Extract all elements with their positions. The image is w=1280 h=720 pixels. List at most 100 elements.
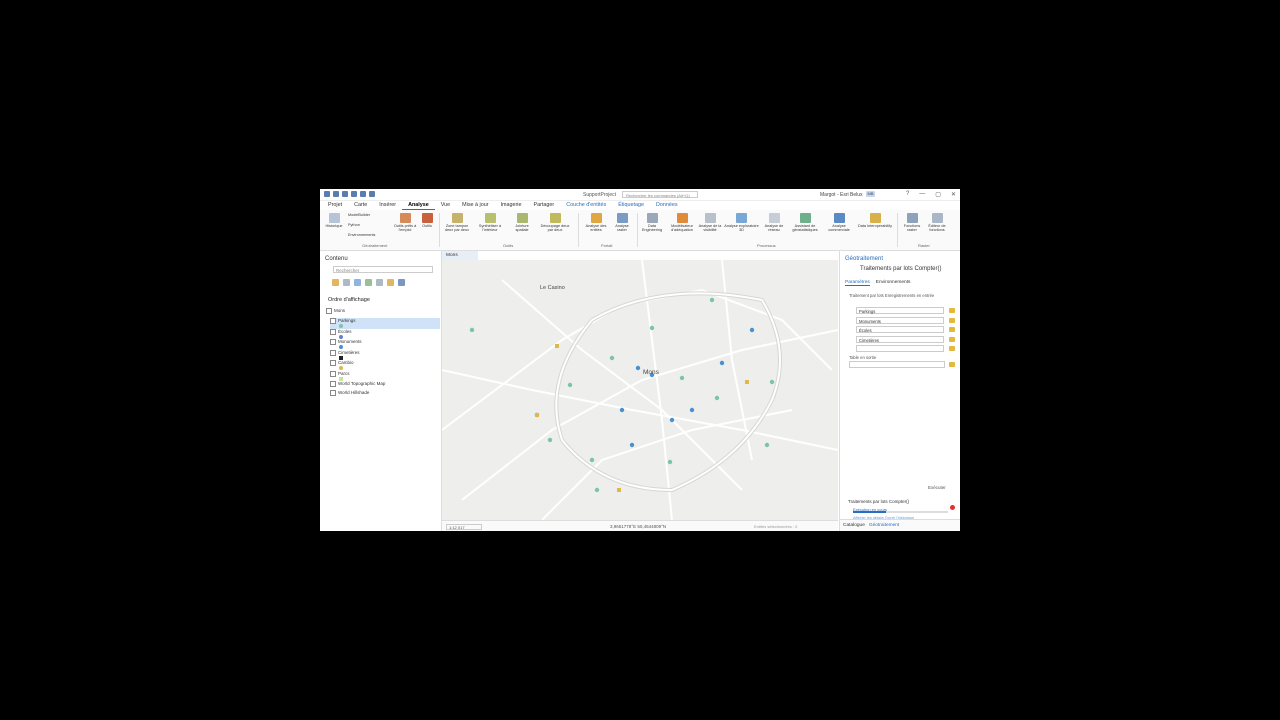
tab-carte[interactable]: Carte <box>348 201 373 210</box>
tab-imagerie[interactable]: Imagerie <box>495 201 528 210</box>
monument-point[interactable] <box>669 417 675 423</box>
map-view[interactable]: Mons Le Casino <box>442 260 838 520</box>
visibilite-button[interactable]: Analyse de la visibilité <box>697 213 723 233</box>
parking-point[interactable] <box>714 395 720 401</box>
tab-catalogue[interactable]: Catalogue <box>843 520 865 531</box>
monument-point[interactable] <box>689 407 695 413</box>
parking-point[interactable] <box>667 459 673 465</box>
monument-point[interactable] <box>619 407 625 413</box>
tab-geotraitement[interactable]: Géotraitement <box>869 520 899 531</box>
contents-search-input[interactable]: Rechercher <box>333 266 433 273</box>
cambio-point[interactable] <box>617 488 621 492</box>
undo-icon[interactable] <box>351 191 357 197</box>
data-engineering-button[interactable]: Data Engineering <box>639 213 665 233</box>
cambio-point[interactable] <box>555 344 559 348</box>
layer-checkbox[interactable] <box>330 381 336 387</box>
layer-item-monuments[interactable]: Monuments <box>330 339 440 350</box>
tab-inserer[interactable]: Insérer <box>373 201 402 210</box>
zone-tampon-button[interactable]: Zone tampon deux par deux <box>443 213 471 233</box>
snapping-icon[interactable] <box>376 279 383 286</box>
minimize-icon[interactable]: — <box>919 191 925 198</box>
map-canvas[interactable]: Mons Le Casino <box>442 260 838 520</box>
layer-checkbox[interactable] <box>326 308 332 314</box>
tab-vue[interactable]: Vue <box>435 201 456 210</box>
parking-point[interactable] <box>547 437 553 443</box>
parking-point[interactable] <box>567 382 573 388</box>
layer-item-hillshade[interactable]: World Hillshade <box>330 390 440 399</box>
layer-checkbox[interactable] <box>330 328 336 335</box>
tab-projet[interactable]: Projet <box>320 201 348 210</box>
cambio-point[interactable] <box>535 413 539 417</box>
jointure-button[interactable]: Jointure spatiale <box>509 213 535 233</box>
layer-item-cambio[interactable]: Cambio <box>330 360 440 371</box>
parking-point[interactable] <box>609 355 615 361</box>
redo-icon[interactable] <box>360 191 366 197</box>
cambio-point[interactable] <box>745 380 749 384</box>
layer-checkbox[interactable] <box>330 370 336 377</box>
reseau-button[interactable]: Analyse de réseau <box>761 213 787 233</box>
layer-checkbox[interactable] <box>330 318 336 324</box>
modelisateur-button[interactable]: Modélisateur d'adéquation <box>667 213 697 233</box>
parking-point[interactable] <box>589 457 595 463</box>
outils-button[interactable]: Outils <box>419 213 435 228</box>
folder-icon[interactable] <box>949 346 955 351</box>
maximize-icon[interactable]: ▢ <box>935 191 941 198</box>
layer-item-ecoles[interactable]: Écoles <box>330 328 440 340</box>
parking-point[interactable] <box>594 487 600 493</box>
parking-point[interactable] <box>709 297 715 303</box>
parking-point[interactable] <box>764 442 770 448</box>
input-field[interactable]: Écoles <box>856 326 944 333</box>
historique-button[interactable]: Historique <box>323 213 345 228</box>
parking-point[interactable] <box>769 379 775 385</box>
tab-etiquetage[interactable]: Étiquetage <box>612 201 650 210</box>
editeur-fonctions-button[interactable]: Éditeur de fonctions <box>925 213 949 233</box>
synthetiser-button[interactable]: Synthétiser à l'intérieur <box>476 213 504 233</box>
folder-icon[interactable] <box>949 362 955 367</box>
close-icon[interactable]: ✕ <box>951 191 956 198</box>
assistant-button[interactable]: Assistant de géostatistiques <box>787 213 823 233</box>
analyse-raster-button[interactable]: Analyse raster <box>610 213 634 233</box>
editing-icon[interactable] <box>365 279 372 286</box>
tab-couche-entites[interactable]: Couche d'entités <box>560 201 612 210</box>
layer-checkbox[interactable] <box>330 360 336 366</box>
outils-prets-button[interactable]: Outils prêts à l'emploi <box>392 213 418 233</box>
input-field[interactable]: Parkings <box>856 307 944 314</box>
input-field[interactable]: Cimetières <box>856 336 944 343</box>
layer-checkbox[interactable] <box>330 390 336 396</box>
layer-item-parkings[interactable]: Parkings <box>330 318 440 329</box>
stop-icon[interactable] <box>950 505 955 510</box>
output-table-field[interactable] <box>849 361 945 368</box>
data-source-icon[interactable] <box>343 279 350 286</box>
environnements-button[interactable]: Environnements <box>348 233 375 237</box>
command-search-input[interactable]: Rechercher les commandes (Alt+Q) <box>622 191 698 198</box>
new-project-icon[interactable] <box>324 191 330 197</box>
layer-checkbox[interactable] <box>330 339 336 345</box>
parking-point[interactable] <box>649 325 655 331</box>
folder-icon[interactable] <box>949 327 955 332</box>
commerciale-button[interactable]: Analyse commerciale <box>823 213 855 233</box>
python-button[interactable]: Python <box>348 223 360 227</box>
exploratoire-button[interactable]: Analyse exploratoire 3D <box>723 213 760 233</box>
tab-analyse[interactable]: Analyse <box>402 201 435 210</box>
tab-partager[interactable]: Partager <box>528 201 561 210</box>
help-icon[interactable]: ? <box>906 191 909 198</box>
input-field[interactable]: Monuments <box>856 317 944 324</box>
avatar[interactable]: MB <box>866 191 875 197</box>
folder-icon[interactable] <box>949 337 955 342</box>
monument-point[interactable] <box>635 365 641 371</box>
tab-donnees[interactable]: Données <box>650 201 684 210</box>
input-field-empty[interactable] <box>856 345 944 352</box>
monument-point[interactable] <box>629 442 635 448</box>
layer-item-parcs[interactable]: Parcs <box>330 370 440 382</box>
run-button[interactable]: Exécuter <box>928 485 946 490</box>
selection-icon[interactable] <box>354 279 361 286</box>
analyse-entites-button[interactable]: Analyse des entités <box>583 213 609 233</box>
layer-checkbox[interactable] <box>330 349 336 356</box>
history-item[interactable]: Traitements par lots Compter() <box>848 499 909 504</box>
monument-point[interactable] <box>749 327 755 333</box>
parking-point[interactable] <box>679 375 685 381</box>
decoupage-button[interactable]: Découpage deux par deux <box>540 213 570 233</box>
fonctions-raster-button[interactable]: Fonctions raster <box>900 213 924 233</box>
labeling-icon[interactable] <box>387 279 394 286</box>
folder-icon[interactable] <box>949 318 955 323</box>
